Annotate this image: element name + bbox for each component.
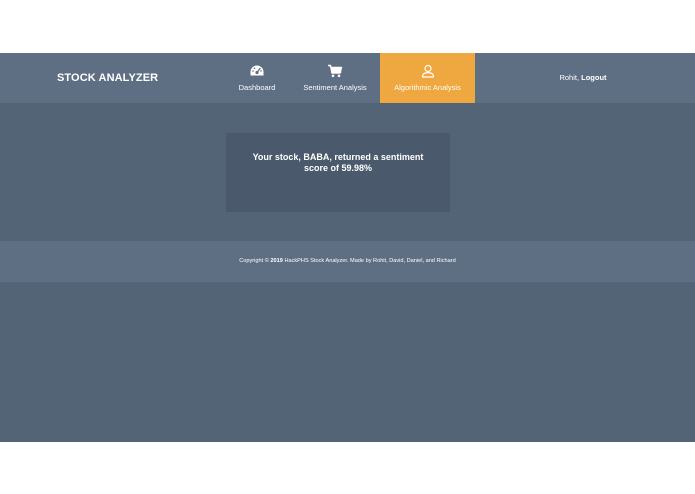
nav-tab-sentiment-analysis[interactable]: Sentiment Analysis bbox=[300, 53, 370, 103]
nav-tab-label: Sentiment Analysis bbox=[303, 83, 367, 92]
copyright-prefix: Copyright © bbox=[239, 258, 269, 264]
nav-tab-label: Dashboard bbox=[238, 83, 276, 92]
sentiment-result-message: Your stock, BABA, returned a sentiment s… bbox=[252, 152, 424, 173]
app-container: STOCK ANALYZER Dashboard Sentiment Analy… bbox=[0, 53, 695, 442]
copyright-text: Copyright © 2019 HackPHS Stock Analyzer.… bbox=[0, 241, 695, 282]
nav-tab-dashboard[interactable]: Dashboard bbox=[232, 53, 282, 103]
brand-title[interactable]: STOCK ANALYZER bbox=[57, 53, 158, 103]
logout-link[interactable]: Logout bbox=[581, 73, 606, 82]
user-area: Rohit, Logout bbox=[540, 53, 626, 103]
nav-tab-label: Algorithmic Analysis bbox=[394, 83, 461, 92]
sentiment-result-card: Your stock, BABA, returned a sentiment s… bbox=[226, 133, 450, 212]
nav-tab-algorithmic-analysis[interactable]: Algorithmic Analysis bbox=[380, 53, 475, 103]
user-name: Rohit, bbox=[559, 73, 580, 82]
page-footer: Copyright © 2019 HackPHS Stock Analyzer.… bbox=[0, 241, 695, 282]
top-navbar: STOCK ANALYZER Dashboard Sentiment Analy… bbox=[0, 53, 695, 103]
copyright-year: 2019 bbox=[270, 258, 283, 264]
user-icon bbox=[421, 64, 434, 78]
copyright-suffix: HackPHS Stock Analyzer. Made by Rohit, D… bbox=[284, 258, 456, 264]
shopping-cart-icon bbox=[328, 64, 343, 78]
dashboard-gauge-icon bbox=[250, 65, 264, 76]
